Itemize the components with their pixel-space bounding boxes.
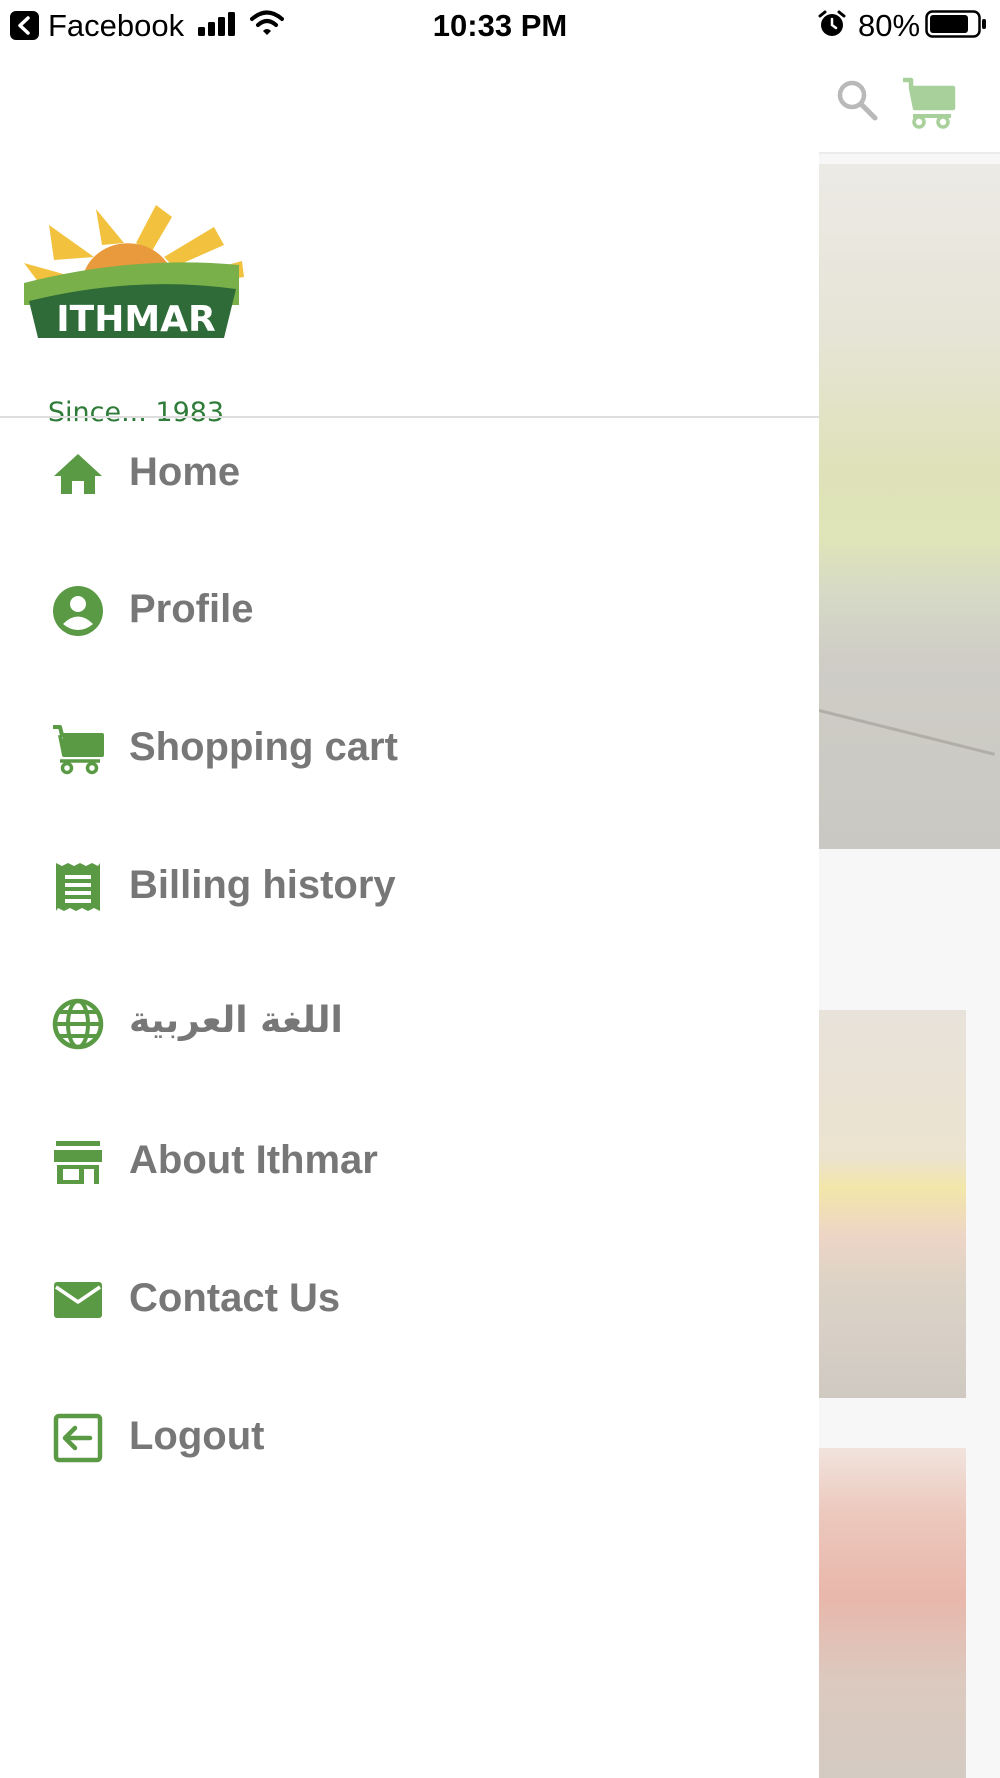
- menu-item-label: Logout: [129, 1414, 265, 1458]
- status-bar: Facebook 10:33 PM 80%: [0, 0, 1000, 50]
- cart-icon: [903, 77, 956, 129]
- search-icon: [837, 80, 878, 121]
- menu-item-label: Profile: [129, 587, 254, 631]
- product-image: [819, 1010, 966, 1398]
- menu-item-label: About Ithmar: [129, 1138, 378, 1182]
- menu-item-logout[interactable]: Logout: [0, 1382, 819, 1492]
- battery-percent: 80%: [858, 8, 921, 43]
- menu-item-label: Contact Us: [129, 1276, 341, 1320]
- store-icon: [54, 1141, 102, 1184]
- menu-item-label: Billing history: [129, 863, 396, 907]
- menu-item-profile[interactable]: Profile: [0, 555, 819, 665]
- menu-item-arabic-language[interactable]: اللغة العربية: [0, 968, 819, 1078]
- mail-icon: [54, 1282, 102, 1318]
- battery-icon: [925, 10, 986, 38]
- background-app-header: [819, 50, 1000, 154]
- menu-item-label: Home: [129, 450, 241, 494]
- menu-item-about[interactable]: About Ithmar: [0, 1106, 819, 1216]
- menu-item-billing-history[interactable]: Billing history: [0, 831, 819, 941]
- home-icon: [54, 454, 102, 494]
- globe-icon: [52, 998, 104, 1050]
- logout-icon: [53, 1413, 103, 1463]
- ithmar-logo: ITHMAR Since... 1983: [24, 205, 248, 435]
- receipt-icon: [56, 863, 100, 911]
- menu-item-home[interactable]: Home: [0, 418, 819, 528]
- account-circle-icon: [53, 586, 103, 636]
- alarm-icon: [818, 10, 846, 36]
- background-app-screen: [819, 50, 1000, 1778]
- banner-image: [819, 164, 1000, 849]
- logo-brand-text: ITHMAR: [56, 299, 216, 340]
- menu-item-contact-us[interactable]: Contact Us: [0, 1244, 819, 1354]
- cart-icon: [53, 725, 104, 775]
- menu-item-label: اللغة العربية: [129, 1000, 343, 1041]
- navigation-drawer: ITHMAR Since... 1983 Home Profile Shoppi…: [0, 50, 819, 1778]
- menu-item-shopping-cart[interactable]: Shopping cart: [0, 693, 819, 803]
- banner-table-edge: [819, 709, 995, 756]
- clock: 10:33 PM: [432, 8, 568, 43]
- product-image: [819, 1448, 966, 1778]
- logo-graphic: ITHMAR: [24, 205, 244, 340]
- menu-item-label: Shopping cart: [129, 725, 398, 769]
